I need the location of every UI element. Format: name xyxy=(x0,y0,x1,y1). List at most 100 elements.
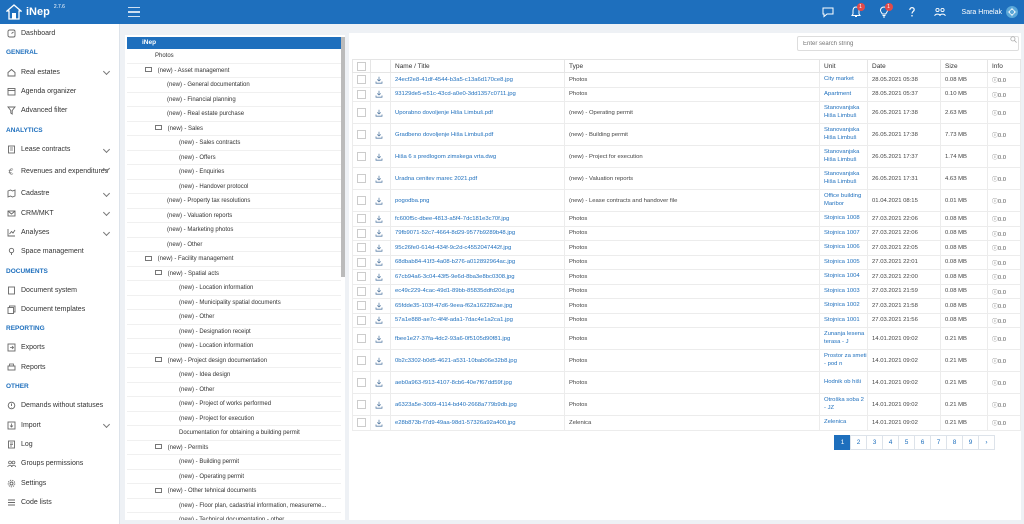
row-checkbox[interactable] xyxy=(357,272,366,282)
download-cell[interactable] xyxy=(370,415,391,431)
tree-node[interactable]: (new) - Other xyxy=(127,310,341,325)
column-header-date[interactable]: Date xyxy=(867,59,941,73)
table-row[interactable]: e28b873b-f7d9-49aa-98d1-57326a92a400.jpg… xyxy=(352,415,1021,431)
download-icon[interactable] xyxy=(375,90,383,98)
file-name-link[interactable]: 68dbab84-41f3-4a08-b276-a012892964ac.jpg xyxy=(390,254,565,270)
unit-link[interactable]: Stojnica 1002 xyxy=(819,298,868,314)
sidebar-item-log[interactable]: Log xyxy=(0,435,119,454)
file-name-link[interactable]: fc600f5c-dbee-4813-a5f4-7dc181e3c70f.jpg xyxy=(390,211,565,227)
download-cell[interactable] xyxy=(370,101,391,124)
tree-root[interactable]: iNep xyxy=(127,37,343,49)
row-select-cell[interactable] xyxy=(352,211,371,227)
file-name-link[interactable]: Gradbeno dovoljenje Hiša Limbuš.pdf xyxy=(390,123,565,146)
download-cell[interactable] xyxy=(370,393,391,416)
row-checkbox[interactable] xyxy=(357,418,366,428)
file-name-link[interactable]: 65fdde35-103f-47d6-9eea-f62a162282ae.jpg xyxy=(390,298,565,314)
download-cell[interactable] xyxy=(370,189,391,212)
file-name-link[interactable]: Uradna cenitev marec 2021.pdf xyxy=(390,167,565,190)
download-cell[interactable] xyxy=(370,123,391,146)
unit-link[interactable]: Stojnica 1007 xyxy=(819,225,868,241)
download-cell[interactable] xyxy=(370,254,391,270)
row-select-cell[interactable] xyxy=(352,254,371,270)
download-icon[interactable] xyxy=(375,273,383,281)
tree-scrollbar[interactable] xyxy=(341,37,345,277)
table-row[interactable]: ec49c229-4cac-49d1-89bb-85835ddfd20d.jpg… xyxy=(352,283,1021,299)
tree-node[interactable]: (new) - Operating permit xyxy=(127,470,341,484)
table-row[interactable]: 57a1e888-ae7c-4f4f-ada1-7dac4e1a2ca1.jpg… xyxy=(352,312,1021,328)
folder-open-icon[interactable] xyxy=(145,255,152,261)
file-name-link[interactable]: aeb0a963-f913-4107-8cb6-40e7f67dd59f.jpg xyxy=(390,371,565,394)
page-7-button[interactable]: 7 xyxy=(930,435,947,450)
tree-node[interactable]: (new) - Financial planning xyxy=(127,93,341,107)
tree-node[interactable]: Documentation for obtaining a building p… xyxy=(127,426,341,441)
row-checkbox[interactable] xyxy=(357,174,366,183)
table-row[interactable]: 93129de5-e51c-43cd-a0e0-3dd1357c0711.jpg… xyxy=(352,86,1021,102)
file-name-link[interactable]: 67cb94a6-3c04-43f5-9e6d-8ba3e8bc0308.jpg xyxy=(390,269,565,285)
unit-link[interactable]: Stojnica 1003 xyxy=(819,283,868,299)
row-checkbox[interactable] xyxy=(357,196,366,205)
row-select-cell[interactable] xyxy=(352,72,371,88)
table-row[interactable]: pogodba.png (new) - Lease contracts and … xyxy=(352,189,1021,212)
search-input[interactable] xyxy=(797,36,1019,51)
row-checkbox[interactable] xyxy=(357,400,366,409)
download-icon[interactable] xyxy=(375,109,383,117)
tree-node[interactable]: (new) - Idea design xyxy=(127,368,341,383)
download-cell[interactable] xyxy=(370,72,391,88)
users-icon[interactable] xyxy=(926,0,954,24)
download-icon[interactable] xyxy=(375,379,383,387)
column-header-type[interactable]: Type xyxy=(564,59,820,73)
row-select-cell[interactable] xyxy=(352,349,371,372)
tree-node[interactable]: (new) - Technical documentation - other xyxy=(127,513,341,520)
sidebar-item-document-templates[interactable]: Document templates xyxy=(0,300,119,319)
download-icon[interactable] xyxy=(375,287,383,295)
download-cell[interactable] xyxy=(370,269,391,285)
info-cell[interactable]: ⓘ0.0 xyxy=(987,123,1021,146)
table-row[interactable]: 24ecf2e8-41df-4544-b3a5-c13a6d170ce8.jpg… xyxy=(352,72,1021,88)
download-icon[interactable] xyxy=(375,153,383,161)
info-cell[interactable]: ⓘ0.0 xyxy=(987,211,1021,227)
unit-link[interactable]: Stojnica 1001 xyxy=(819,312,868,328)
next-page-button[interactable]: › xyxy=(978,435,995,450)
notifications-icon[interactable]: 1 xyxy=(842,0,870,24)
table-row[interactable]: Hiša 6 s predlogom zimskega vrta.dwg (ne… xyxy=(352,145,1021,168)
chevron-down-icon[interactable] xyxy=(102,189,111,197)
unit-link[interactable]: Stojnica 1006 xyxy=(819,240,868,256)
column-header-unit[interactable]: Unit xyxy=(819,59,868,73)
table-row[interactable]: fbee1e27-37fa-4dc2-93a6-0f5105d90f81.jpg… xyxy=(352,327,1021,350)
tree-node[interactable]: (new) - Project of works performed xyxy=(127,397,341,412)
tree-node[interactable]: (new) - General documentation xyxy=(127,78,341,93)
help-icon[interactable] xyxy=(898,0,926,24)
avatar[interactable] xyxy=(1006,6,1018,18)
info-cell[interactable]: ⓘ0.0 xyxy=(987,240,1021,256)
download-cell[interactable] xyxy=(370,240,391,256)
page-4-button[interactable]: 4 xyxy=(882,435,899,450)
row-select-cell[interactable] xyxy=(352,283,371,299)
row-select-cell[interactable] xyxy=(352,393,371,416)
file-name-link[interactable]: 57a1e888-ae7c-4f4f-ada1-7dac4e1a2ca1.jpg xyxy=(390,312,565,328)
select-all-cell[interactable] xyxy=(352,59,371,73)
download-cell[interactable] xyxy=(370,327,391,350)
unit-link[interactable]: Otroška soba 2 - JZ xyxy=(819,393,868,416)
row-checkbox[interactable] xyxy=(357,214,366,224)
unit-link[interactable]: City market xyxy=(819,72,868,88)
file-name-link[interactable]: fbee1e27-37fa-4dc2-93a6-0f5105d90f81.jpg xyxy=(390,327,565,350)
unit-link[interactable]: Stojnica 1004 xyxy=(819,269,868,285)
download-cell[interactable] xyxy=(370,283,391,299)
tree-node[interactable]: (new) - Property tax resolutions xyxy=(127,194,341,209)
row-checkbox[interactable] xyxy=(357,356,366,365)
tree-node[interactable]: (new) - Enquiries xyxy=(127,165,341,180)
tree-node[interactable]: (new) - Permits xyxy=(127,441,341,455)
row-checkbox[interactable] xyxy=(357,334,366,343)
chat-icon[interactable] xyxy=(814,0,842,24)
tree-node[interactable]: Photos xyxy=(127,49,341,64)
row-select-cell[interactable] xyxy=(352,123,371,146)
search-icon[interactable] xyxy=(1010,36,1017,43)
page-8-button[interactable]: 8 xyxy=(946,435,963,450)
table-row[interactable]: Uporabno dovoljenje Hiša Limbuš.pdf (new… xyxy=(352,101,1021,124)
row-select-cell[interactable] xyxy=(352,269,371,285)
sidebar-item-reports[interactable]: Reports xyxy=(0,358,119,377)
row-select-cell[interactable] xyxy=(352,101,371,124)
tree-node[interactable]: (new) - Project design documentation xyxy=(127,354,341,368)
row-checkbox[interactable] xyxy=(357,108,366,117)
row-select-cell[interactable] xyxy=(352,298,371,314)
